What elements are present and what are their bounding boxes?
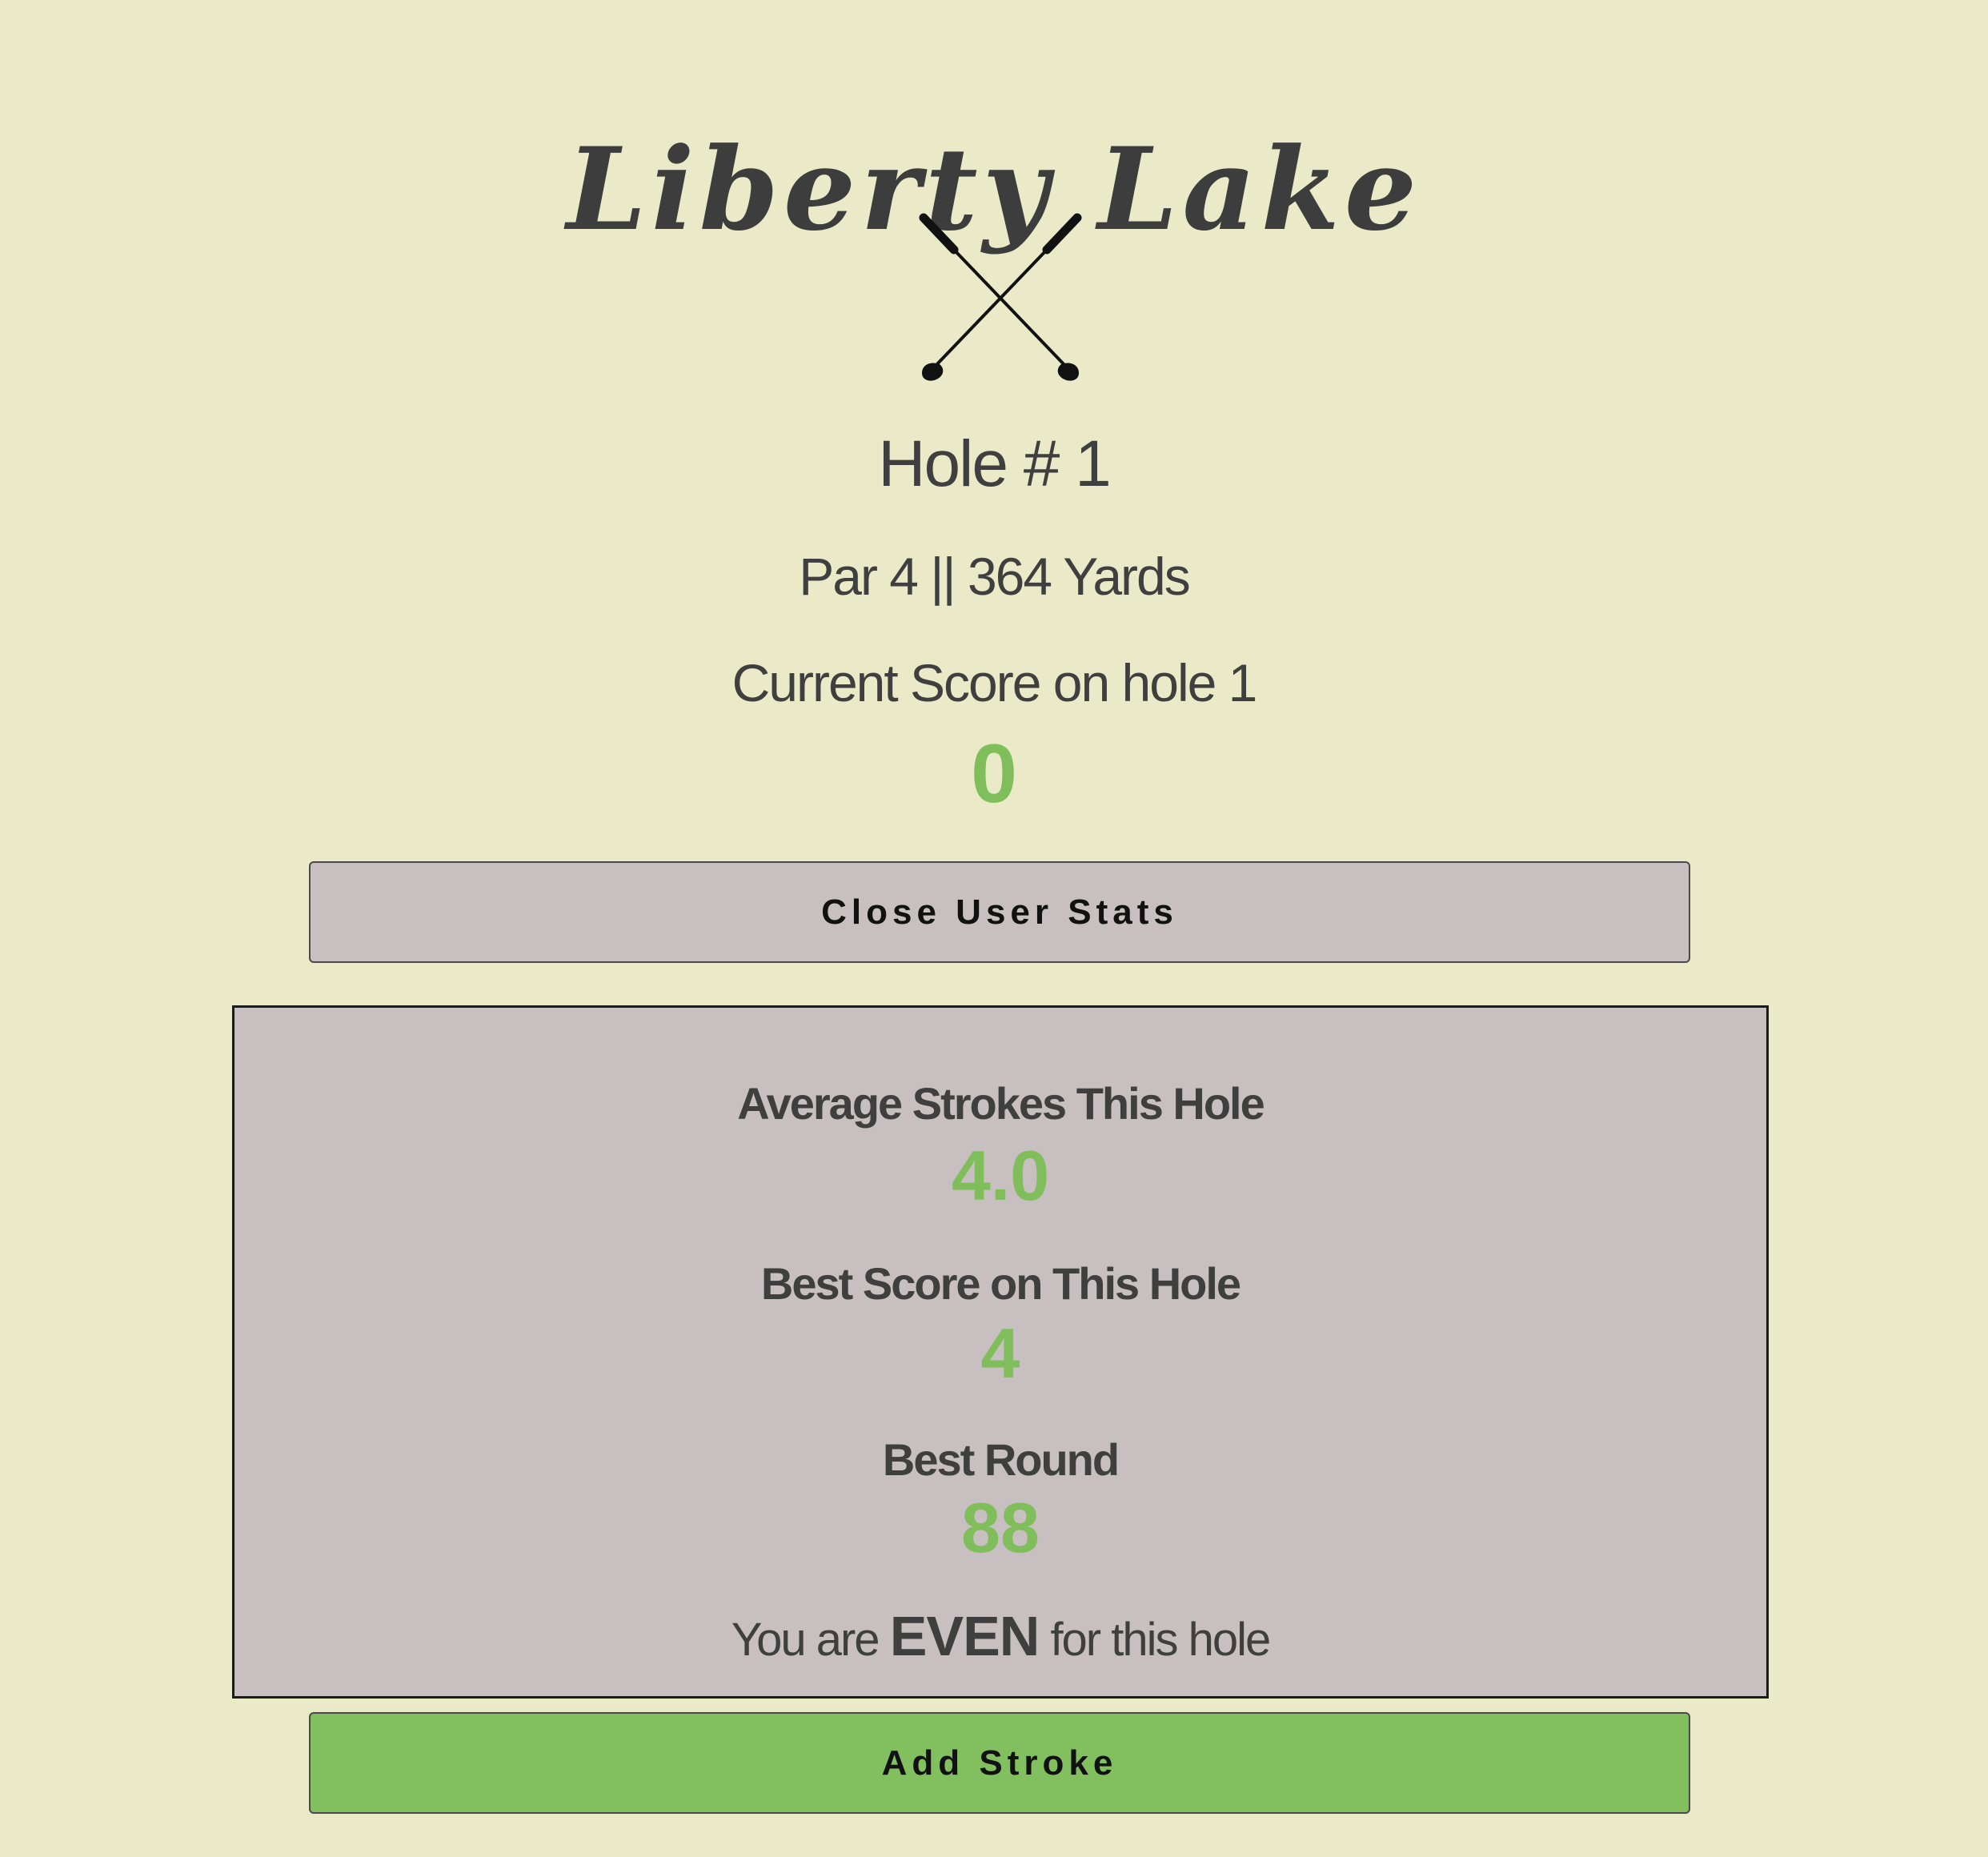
average-strokes-label: Average Strokes This Hole xyxy=(737,1078,1265,1129)
current-score-value: 0 xyxy=(971,728,1017,820)
crossed-golf-clubs-icon xyxy=(919,213,1082,381)
user-stats-panel: Average Strokes This Hole 4.0 Best Score… xyxy=(232,1005,1769,1699)
best-round-label: Best Round xyxy=(882,1434,1120,1485)
best-round-value: 88 xyxy=(961,1488,1040,1567)
best-hole-score-value: 4 xyxy=(980,1314,1020,1393)
add-stroke-button[interactable]: Add Stroke xyxy=(309,1712,1690,1814)
hole-status-text: You are EVEN for this hole xyxy=(234,1600,1766,1676)
status-suffix: for this hole xyxy=(1050,1614,1271,1666)
hole-info: Par 4 || 364 Yards xyxy=(799,547,1191,606)
status-word: EVEN xyxy=(889,1605,1040,1667)
status-prefix: You are xyxy=(731,1614,880,1666)
best-hole-score-label: Best Score on This Hole xyxy=(760,1258,1241,1309)
close-user-stats-button[interactable]: Close User Stats xyxy=(309,861,1690,963)
hole-title: Hole # 1 xyxy=(878,427,1111,500)
average-strokes-value: 4.0 xyxy=(951,1136,1050,1215)
current-score-label: Current Score on hole 1 xyxy=(731,653,1258,712)
